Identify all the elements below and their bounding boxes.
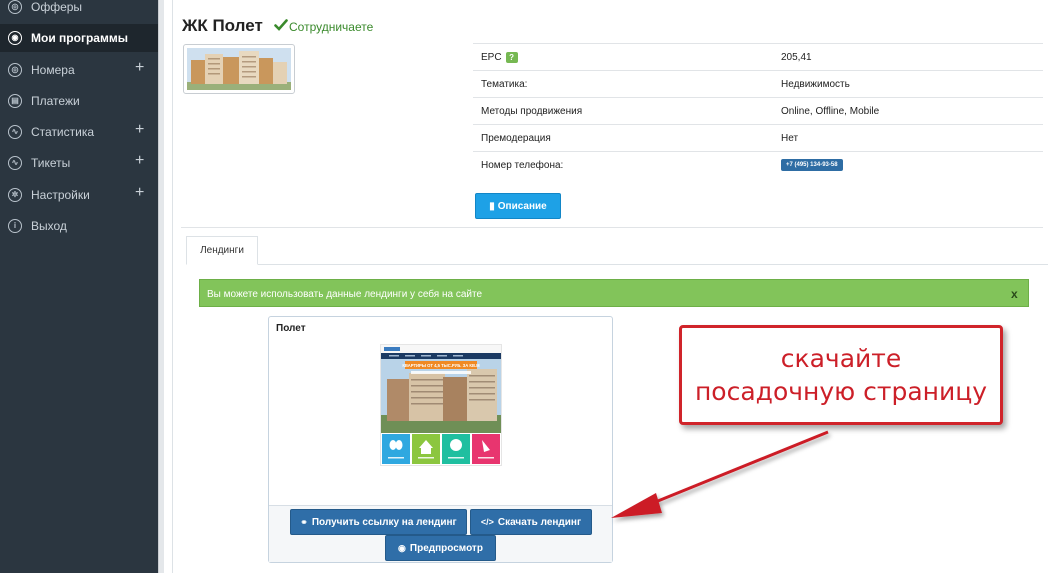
offers-icon: ◎ — [8, 0, 22, 14]
info-value: Нет — [781, 133, 799, 144]
close-icon[interactable]: x — [1011, 287, 1018, 301]
info-value: Недвижимость — [781, 79, 850, 90]
divider — [181, 227, 1043, 228]
get-link-button-label: Получить ссылку на лендинг — [311, 516, 457, 528]
program-panel: ЖК Полет Сотрудничаете EPC ? 205,41 Тема… — [172, 0, 1052, 573]
code-icon: </> — [480, 517, 494, 527]
download-landing-button[interactable]: </> Скачать лендинг — [470, 509, 592, 535]
statistics-icon: ∿ — [8, 125, 22, 139]
preview-button-label: Предпросмотр — [409, 542, 483, 554]
download-button-label: Скачать лендинг — [497, 516, 582, 528]
sidebar-item-label: Выход — [31, 219, 67, 233]
description-button[interactable]: ▮ Описание — [475, 193, 561, 219]
landing-card: Полет КВАРТИРЫ ОТ 4,5 ТЫС.РУБ. ЗА КВ.М ⚭… — [268, 316, 613, 563]
info-row-premoderation: Премодерация Нет — [473, 124, 1043, 151]
info-label: EPC? — [481, 52, 518, 63]
annotation-callout: скачайте посадочную страницу — [679, 325, 1003, 425]
eye-icon: ◉ — [398, 542, 406, 553]
expand-plus-icon[interactable]: + — [135, 121, 144, 139]
landing-preview-tiles — [380, 434, 502, 464]
phone-badge: +7 (495) 134-93-58 — [781, 159, 843, 171]
status-label: Сотрудничаете — [289, 20, 374, 34]
info-label: Премодерация — [481, 133, 551, 144]
sidebar-item-label: Платежи — [31, 94, 80, 108]
page-title: ЖК Полет — [182, 16, 263, 35]
expand-plus-icon[interactable]: + — [135, 152, 144, 170]
sidebar-item-tickets[interactable]: ∿ Тикеты + — [0, 149, 158, 177]
expand-plus-icon[interactable]: + — [135, 184, 144, 202]
tab-landings[interactable]: Лендинги — [186, 236, 258, 265]
sidebar-item-label: Номера — [31, 63, 75, 77]
sidebar-item-settings[interactable]: ✲ Настройки + — [0, 181, 158, 209]
sidebar-item-label: Тикеты — [31, 156, 71, 170]
preview-button[interactable]: ◉ Предпросмотр — [385, 535, 496, 561]
tile-icons — [388, 439, 494, 459]
sidebar-item-payments[interactable]: ▤ Платежи — [0, 87, 158, 115]
main-content: ЖК Полет Сотрудничаете EPC ? 205,41 Тема… — [164, 0, 1054, 573]
description-button-label: Описание — [497, 200, 547, 212]
link-icon: ⚭ — [300, 516, 308, 527]
sidebar-item-label: Мои программы — [31, 31, 128, 45]
programs-icon: ◉ — [8, 31, 22, 45]
sidebar-item-label: Офферы — [31, 0, 83, 14]
numbers-icon: ◎ — [8, 63, 22, 77]
info-row-epc: EPC? 205,41 — [473, 43, 1043, 70]
info-row-methods: Методы продвижения Online, Offline, Mobi… — [473, 97, 1043, 124]
info-value: 205,41 — [781, 52, 812, 63]
info-label: Номер телефона: — [481, 160, 564, 171]
svg-text:КВАРТИРЫ ОТ 4,5 ТЫС.РУБ. ЗА КВ: КВАРТИРЫ ОТ 4,5 ТЫС.РУБ. ЗА КВ.М — [402, 363, 480, 368]
check-icon — [274, 19, 288, 31]
logout-icon: i — [8, 219, 22, 233]
sidebar-item-logout[interactable]: i Выход — [0, 212, 158, 240]
sidebar-item-label: Настройки — [31, 188, 90, 202]
callout-line-2: посадочную страницу — [694, 377, 988, 406]
tickets-icon: ∿ — [8, 156, 22, 170]
info-alert: Вы можете использовать данные лендинги у… — [199, 279, 1029, 307]
sidebar-item-label: Статистика — [31, 125, 95, 139]
info-label: Тематика: — [481, 79, 528, 90]
get-link-button[interactable]: ⚭ Получить ссылку на лендинг — [290, 509, 467, 535]
book-icon: ▮ — [489, 200, 495, 212]
alert-text: Вы можете использовать данные лендинги у… — [207, 289, 483, 300]
info-label: Методы продвижения — [481, 106, 583, 117]
sidebar-item-numbers[interactable]: ◎ Номера + — [0, 56, 158, 84]
sidebar-item-statistics[interactable]: ∿ Статистика + — [0, 118, 158, 146]
info-row-topic: Тематика: Недвижимость — [473, 70, 1043, 97]
callout-line-1: скачайте — [780, 344, 902, 373]
building-image — [187, 48, 291, 90]
expand-plus-icon[interactable]: + — [135, 59, 144, 77]
settings-icon: ✲ — [8, 188, 22, 202]
sidebar-item-my-programs[interactable]: ◉ Мои программы — [0, 24, 158, 52]
info-value: Online, Offline, Mobile — [781, 106, 880, 117]
help-icon[interactable]: ? — [505, 52, 518, 63]
sidebar-item-offers[interactable]: ◎ Офферы — [0, 0, 158, 21]
info-row-phone: Номер телефона: +7 (495) 134-93-58 — [473, 151, 1043, 178]
sidebar: ◎ Офферы ◉ Мои программы ◎ Номера + ▤ Пл… — [0, 0, 158, 573]
landing-title: Полет — [276, 323, 306, 334]
program-thumbnail — [183, 44, 295, 94]
payments-icon: ▤ — [8, 94, 22, 108]
